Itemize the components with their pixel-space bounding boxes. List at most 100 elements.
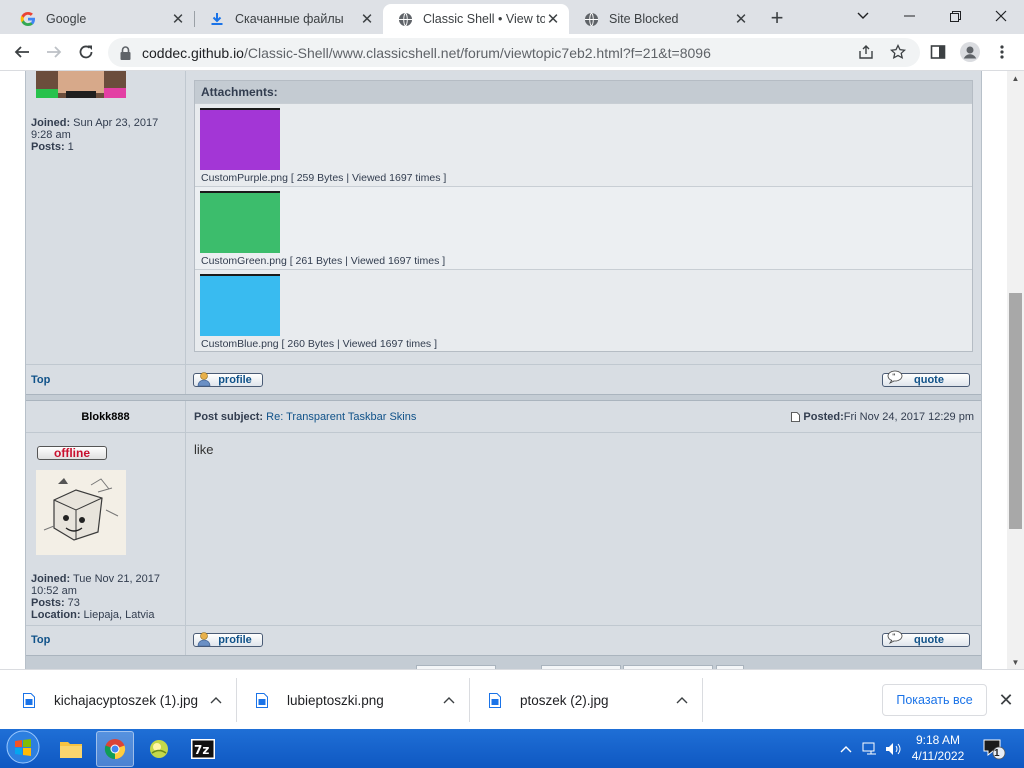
7zip-icon[interactable]: 7z (184, 731, 222, 767)
side-panel-icon[interactable] (924, 38, 952, 66)
status-text: offline (54, 446, 90, 460)
forward-icon[interactable] (40, 38, 68, 66)
close-icon[interactable]: ✕ (359, 11, 375, 28)
address-bar[interactable]: coddec.github.io/Classic-Shell/www.class… (108, 38, 920, 67)
post-subject: Post subject: Re: Transparent Taskbar Sk… (194, 411, 416, 423)
attachments-box: Attachments: CustomPurple.png [ 259 Byte… (194, 80, 973, 352)
profile-avatar-icon[interactable] (956, 38, 984, 66)
image-file-icon (22, 692, 36, 708)
attachment-meta: [ 259 Bytes | Viewed 1697 times ] (287, 172, 447, 184)
download-item[interactable]: kichajacyptoszek (1).jpg (22, 670, 222, 730)
share-icon[interactable] (852, 38, 880, 66)
reload-icon[interactable] (72, 38, 100, 66)
bookmark-star-icon[interactable] (884, 38, 912, 66)
image-file-icon (255, 692, 269, 708)
attachment-filename: CustomGreen.png (201, 255, 287, 267)
volume-icon[interactable] (882, 731, 904, 767)
post-subject-label: Post subject: (194, 411, 264, 423)
image-file-icon (488, 692, 502, 708)
attachment-thumbnail[interactable] (200, 274, 280, 336)
tab-classic-shell[interactable]: Classic Shell • View top ✕ (383, 4, 569, 34)
quote-button[interactable]: " quote (882, 630, 970, 647)
download-filename: lubieptoszki.png (287, 692, 384, 708)
post-date: Posted: Fri Nov 24, 2017 12:29 pm (791, 411, 974, 423)
post-author[interactable]: Blokk888 (26, 411, 185, 423)
online-status-badge: offline (37, 446, 107, 460)
file-explorer-icon[interactable] (52, 731, 90, 767)
posted-label: Posted: (803, 411, 844, 423)
chevron-up-icon[interactable] (676, 692, 688, 707)
attachment-meta: [ 260 Bytes | Viewed 1697 times ] (278, 338, 438, 350)
close-window-icon[interactable] (978, 0, 1024, 32)
user-location: Location: Liepaja, Latvia (31, 609, 155, 621)
tab-search-icon[interactable] (840, 0, 886, 32)
attachment-thumbnail[interactable] (200, 108, 280, 170)
posted-value: Fri Nov 24, 2017 12:29 pm (843, 411, 974, 423)
scroll-thumb[interactable] (1009, 293, 1022, 529)
posts-value: 73 (64, 597, 80, 609)
avatar (36, 470, 126, 555)
user-joined-time: 10:52 am (31, 585, 77, 597)
back-icon[interactable] (8, 38, 36, 66)
tab-title: Скачанные файлы (235, 12, 344, 26)
download-shelf: kichajacyptoszek (1).jpg lubieptoszki.pn… (0, 669, 1024, 729)
start-button-icon[interactable] (4, 729, 42, 765)
close-icon[interactable]: ✕ (545, 11, 561, 28)
post-icon[interactable] (791, 412, 801, 422)
attachment-item: CustomBlue.png [ 260 Bytes | Viewed 1697… (195, 269, 972, 352)
posts-label: Posts: (31, 141, 65, 153)
windows-taskbar: 7z 9:18 AM 4/11/2022 1 (0, 729, 1024, 768)
show-all-downloads-button[interactable]: Показать все (882, 684, 987, 716)
tab-google[interactable]: Google ✕ (6, 4, 194, 34)
tab-title: Classic Shell • View top (423, 12, 545, 26)
attachments-title: Attachments: (195, 81, 972, 103)
svg-text:7z: 7z (194, 743, 209, 757)
new-tab-button[interactable]: + (764, 5, 790, 30)
download-item[interactable]: ptoszek (2).jpg (488, 670, 688, 730)
browser-toolbar: coddec.github.io/Classic-Shell/www.class… (0, 34, 1024, 71)
tab-title: Site Blocked (609, 12, 679, 26)
chevron-up-icon[interactable] (443, 692, 455, 707)
attachment-meta: [ 261 Bytes | Viewed 1697 times ] (286, 255, 446, 267)
scroll-up-icon[interactable]: ▲ (1007, 71, 1024, 85)
post-subject-link[interactable]: Re: Transparent Taskbar Skins (266, 411, 416, 423)
system-clock[interactable]: 9:18 AM 4/11/2022 (904, 732, 972, 764)
chrome-menu-icon[interactable] (988, 38, 1016, 66)
joined-label: Joined: (31, 573, 71, 585)
page-scrollbar[interactable]: ▲ ▼ (1007, 71, 1024, 669)
app-icon[interactable] (140, 731, 178, 767)
globe-icon (397, 11, 413, 27)
tab-downloads[interactable]: Скачанные файлы ✕ (195, 4, 383, 34)
action-center-icon[interactable]: 1 (980, 731, 1008, 767)
location-value: Liepaja, Latvia (80, 609, 155, 621)
chrome-icon[interactable] (96, 731, 134, 767)
download-filename: ptoszek (2).jpg (520, 692, 609, 708)
chevron-up-icon[interactable] (210, 692, 222, 707)
attachment-thumbnail[interactable] (200, 191, 280, 253)
close-icon[interactable]: ✕ (733, 11, 749, 28)
tab-site-blocked[interactable]: Site Blocked ✕ (569, 4, 757, 34)
profile-label: profile (218, 374, 252, 386)
profile-button[interactable]: profile (193, 372, 263, 387)
download-item[interactable]: lubieptoszki.png (255, 670, 455, 730)
scroll-down-icon[interactable]: ▼ (1007, 655, 1024, 669)
attachment-filename: CustomPurple.png (201, 172, 288, 184)
close-icon[interactable]: ✕ (996, 690, 1016, 710)
user-joined: Joined: Tue Nov 21, 2017 (31, 573, 160, 585)
profile-button[interactable]: profile (193, 632, 263, 647)
tab-strip: Google ✕ Скачанные файлы ✕ Classic Shell… (0, 0, 1024, 34)
user-joined-time: 9:28 am (31, 129, 71, 141)
google-icon (20, 11, 36, 27)
top-link[interactable]: Top (31, 374, 50, 386)
restore-icon[interactable] (932, 0, 978, 32)
tab-title: Google (46, 12, 87, 26)
network-icon[interactable] (858, 731, 882, 767)
profile-label: profile (218, 634, 252, 646)
minimize-icon[interactable] (886, 0, 932, 32)
avatar (36, 71, 126, 98)
posts-value: 1 (64, 141, 74, 153)
close-icon[interactable]: ✕ (170, 11, 186, 28)
chevron-up-icon[interactable] (836, 731, 856, 767)
quote-button[interactable]: " quote (882, 370, 970, 387)
top-link[interactable]: Top (31, 634, 50, 646)
